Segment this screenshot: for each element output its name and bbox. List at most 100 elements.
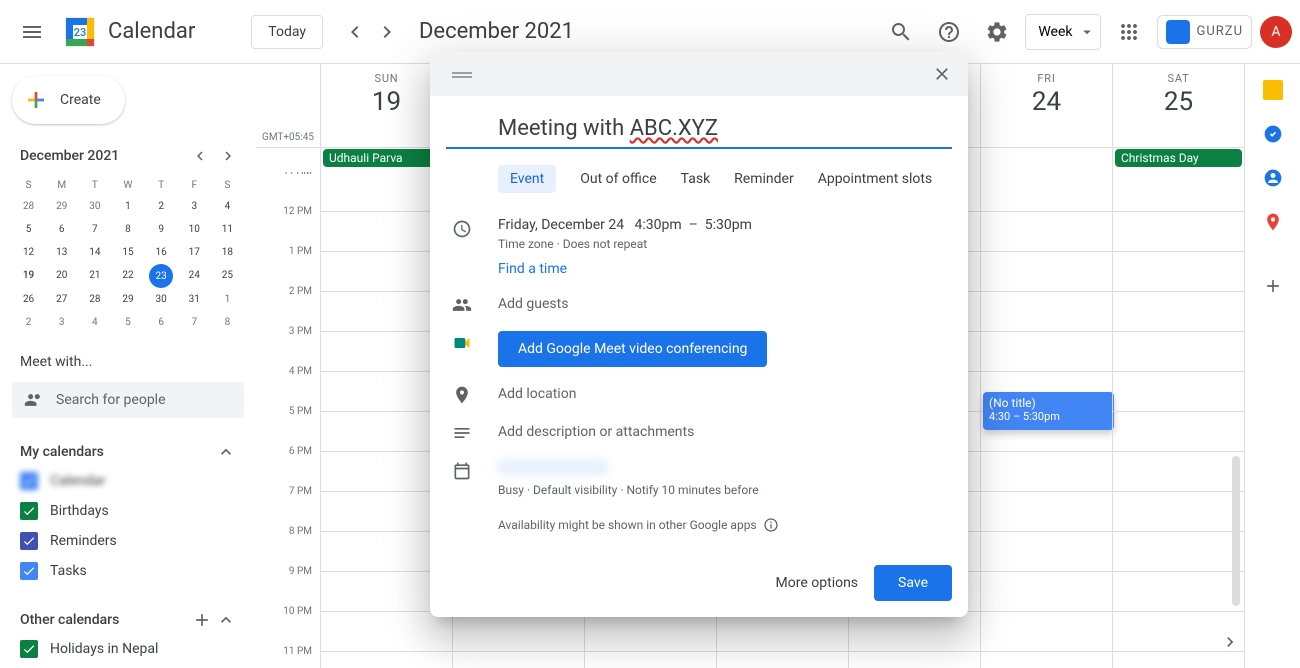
calendar-item[interactable]: Reminders (12, 526, 244, 556)
tab-task[interactable]: Task (681, 165, 711, 193)
tab-event[interactable]: Event (498, 165, 556, 193)
mini-cal-day[interactable]: 3 (45, 311, 78, 334)
mini-cal-day[interactable]: 17 (178, 241, 211, 264)
mini-cal-day[interactable]: 28 (78, 288, 111, 311)
time-slot[interactable] (717, 612, 848, 652)
save-button[interactable]: Save (874, 565, 952, 601)
time-slot[interactable] (1113, 172, 1244, 212)
mini-cal-day[interactable]: 1 (111, 195, 144, 218)
popup-close-button[interactable] (924, 56, 960, 92)
add-description-link[interactable]: Add description or attachments (498, 424, 694, 440)
mini-cal-day[interactable]: 21 (78, 264, 111, 288)
support-button[interactable] (929, 12, 969, 52)
time-slot[interactable] (981, 252, 1112, 292)
time-slot[interactable] (1113, 532, 1244, 572)
org-badge[interactable]: GURZU (1157, 15, 1252, 49)
mini-cal-day[interactable]: 19 (12, 264, 45, 288)
event-title-input[interactable]: Meeting with ABC.XYZ (446, 112, 952, 149)
mini-cal-next[interactable] (216, 144, 240, 168)
time-slot[interactable] (321, 652, 452, 668)
time-slot[interactable] (321, 612, 452, 652)
time-slot[interactable] (981, 212, 1112, 252)
time-slot[interactable] (1113, 212, 1244, 252)
show-side-panel-button[interactable] (1220, 632, 1240, 656)
mini-cal-day[interactable]: 11 (211, 218, 244, 241)
time-slot[interactable] (717, 652, 848, 668)
mini-cal-day[interactable]: 9 (145, 218, 178, 241)
prev-period-button[interactable] (339, 16, 371, 48)
search-button[interactable] (881, 12, 921, 52)
calendar-item[interactable]: Birthdays (12, 496, 244, 526)
tab-appointment-slots[interactable]: Appointment slots (818, 165, 932, 193)
mini-cal-day[interactable]: 6 (145, 311, 178, 334)
mini-cal-day[interactable]: 8 (111, 218, 144, 241)
time-slot[interactable] (981, 332, 1112, 372)
time-slot[interactable] (849, 652, 980, 668)
time-slot[interactable] (585, 652, 716, 668)
mini-cal-day[interactable]: 29 (111, 288, 144, 311)
mini-cal-day[interactable]: 10 (178, 218, 211, 241)
contacts-app-icon[interactable] (1263, 168, 1283, 188)
calendar-item[interactable]: Calendar (12, 466, 244, 496)
mini-cal-day[interactable]: 1 (211, 288, 244, 311)
mini-cal-day[interactable]: 20 (45, 264, 78, 288)
next-period-button[interactable] (371, 16, 403, 48)
main-menu-button[interactable] (8, 8, 56, 56)
time-slot[interactable] (1113, 252, 1244, 292)
time-slot[interactable] (981, 172, 1112, 212)
calendar-checkbox[interactable] (20, 562, 38, 580)
mini-cal-day[interactable]: 3 (178, 195, 211, 218)
mini-cal-day[interactable]: 4 (78, 311, 111, 334)
calendar-item[interactable]: Holidays in Nepal (12, 634, 244, 664)
info-icon[interactable] (763, 517, 779, 533)
mini-cal-day[interactable]: 29 (45, 195, 78, 218)
scrollbar[interactable] (1232, 456, 1240, 606)
keep-app-icon[interactable] (1263, 80, 1283, 100)
mini-cal-day[interactable]: 23 (149, 264, 173, 288)
mini-cal-day[interactable]: 15 (111, 241, 144, 264)
mini-cal-day[interactable]: 5 (12, 218, 45, 241)
mini-cal-day[interactable]: 28 (12, 195, 45, 218)
calendar-checkbox[interactable] (20, 532, 38, 550)
new-event-block[interactable]: (No title) 4:30 – 5:30pm (983, 392, 1114, 430)
find-a-time-link[interactable]: Find a time (498, 261, 952, 277)
time-slot[interactable] (1113, 452, 1244, 492)
search-people-input[interactable]: Search for people (12, 382, 244, 418)
mini-cal-day[interactable]: 13 (45, 241, 78, 264)
mini-cal-day[interactable]: 24 (178, 264, 211, 288)
time-slot[interactable] (849, 612, 980, 652)
time-slot[interactable] (981, 532, 1112, 572)
time-slot[interactable] (981, 612, 1112, 652)
add-addon-icon[interactable] (1263, 276, 1283, 296)
maps-app-icon[interactable] (1263, 212, 1283, 232)
mini-cal-day[interactable]: 16 (145, 241, 178, 264)
view-selector[interactable]: Week (1025, 14, 1101, 50)
time-slot[interactable] (981, 652, 1112, 668)
mini-cal-day[interactable]: 8 (211, 311, 244, 334)
tz-repeat[interactable]: Time zone · Does not repeat (498, 237, 952, 251)
mini-cal-day[interactable]: 4 (211, 195, 244, 218)
mini-cal-day[interactable]: 18 (211, 241, 244, 264)
mini-cal-day[interactable]: 2 (12, 311, 45, 334)
time-slot[interactable] (981, 452, 1112, 492)
allday-event[interactable]: Christmas Day (1115, 149, 1242, 167)
add-location-link[interactable]: Add location (498, 386, 576, 402)
time-slot[interactable] (585, 612, 716, 652)
time-slot[interactable] (981, 492, 1112, 532)
mini-cal-day[interactable]: 7 (78, 218, 111, 241)
tasks-app-icon[interactable] (1263, 124, 1283, 144)
create-button[interactable]: Create (12, 76, 125, 124)
mini-cal-day[interactable]: 27 (45, 288, 78, 311)
time-slot[interactable] (1113, 332, 1244, 372)
time-slot[interactable] (1113, 292, 1244, 332)
time-slot[interactable] (981, 292, 1112, 332)
mini-cal-day[interactable]: 30 (145, 288, 178, 311)
popup-drag-handle[interactable] (438, 65, 924, 84)
tab-out-of-office[interactable]: Out of office (580, 165, 656, 193)
add-guests-link[interactable]: Add guests (498, 296, 568, 312)
mini-cal-day[interactable]: 31 (178, 288, 211, 311)
calendar-item[interactable]: Tasks (12, 556, 244, 586)
calendar-checkbox[interactable] (20, 472, 38, 490)
today-button[interactable]: Today (251, 15, 323, 49)
time-slot[interactable] (981, 572, 1112, 612)
